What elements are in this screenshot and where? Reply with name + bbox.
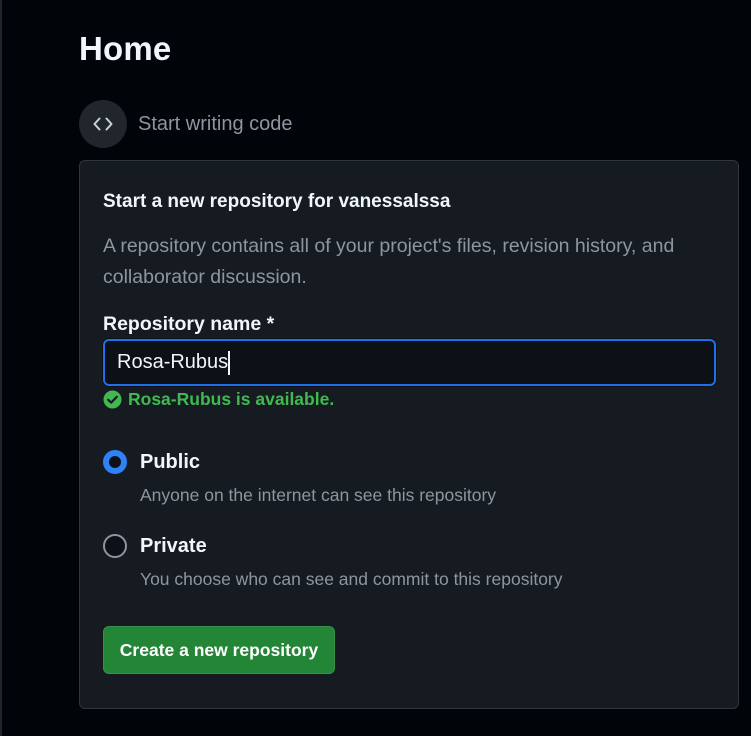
new-repository-title: Start a new repository for vanessalssa <box>103 191 451 212</box>
new-repository-description: A repository contains all of your projec… <box>103 235 675 288</box>
code-icon <box>79 100 127 148</box>
repository-name-label: Repository name * <box>103 313 275 335</box>
start-writing-code-row: Start writing code <box>79 100 293 148</box>
availability-text: Rosa-Rubus is available. <box>128 388 335 409</box>
radio-private-label[interactable]: Private <box>140 535 207 558</box>
radio-private-description: You choose who can see and commit to thi… <box>140 569 563 589</box>
check-circle-icon <box>103 390 122 409</box>
radio-private[interactable] <box>103 534 127 558</box>
start-writing-code-label: Start writing code <box>138 112 293 135</box>
radio-public-label[interactable]: Public <box>140 451 200 474</box>
text-caret <box>228 351 230 375</box>
left-divider <box>0 0 2 736</box>
availability-message: Rosa-Rubus is available. <box>103 388 334 410</box>
radio-public-description: Anyone on the internet can see this repo… <box>140 485 497 505</box>
page-title: Home <box>79 30 172 67</box>
create-repository-button[interactable]: Create a new repository <box>103 626 335 674</box>
new-repository-card: Start a new repository for vanessalssa A… <box>79 160 739 709</box>
radio-public[interactable] <box>103 450 127 474</box>
repository-name-input[interactable] <box>103 339 716 386</box>
